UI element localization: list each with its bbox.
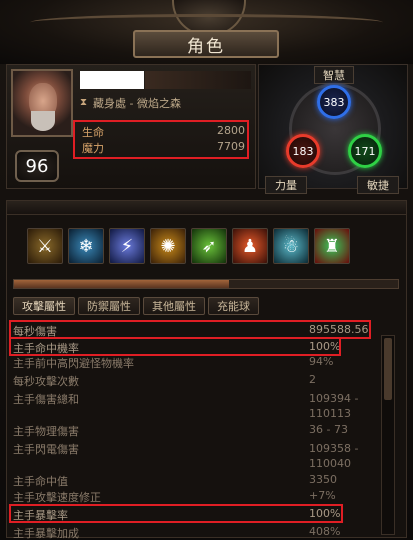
- stat-label: 主手傷害總和: [13, 393, 79, 406]
- stat-row: 每秒攻擊次數 2: [13, 373, 377, 389]
- character-info-panel: ⧗ 藏身處 - 微焰之森 生命 2800 魔力 7709 96: [6, 64, 256, 189]
- tab-defense[interactable]: 防禦屬性: [78, 297, 140, 315]
- intelligence-label: 智慧: [314, 66, 354, 84]
- tab-offense[interactable]: 攻擊屬性: [13, 297, 75, 315]
- stat-row: 主手物理傷害 36 - 73: [13, 423, 377, 439]
- stat-row: 主手暴擊加成 408%: [13, 525, 377, 539]
- tab-misc[interactable]: 其他屬性: [143, 297, 205, 315]
- life-mana-highlight: [73, 120, 249, 159]
- character-name-redacted: [80, 71, 144, 89]
- location-text: 藏身處 - 微焰之森: [93, 97, 181, 110]
- level-value: 96: [25, 155, 49, 177]
- lightning-skill-icon[interactable]: ⚡: [109, 228, 145, 264]
- sword-skill-icon[interactable]: ⚔: [27, 228, 63, 264]
- stat-label: 每秒攻擊次數: [13, 375, 79, 388]
- character-portrait: [11, 69, 73, 137]
- figure-skill-icon[interactable]: ♟: [232, 228, 268, 264]
- stat-value: 94%: [309, 355, 334, 368]
- stat-label: 主手閃電傷害: [13, 443, 79, 456]
- frost-figure-skill-icon[interactable]: ☃: [273, 228, 309, 264]
- ice-skill-icon[interactable]: ❄: [68, 228, 104, 264]
- hit-chance-highlight: [9, 337, 341, 356]
- skill-bar: ⚔ ❄ ⚡ ✺ ➶ ♟ ☃ ♜: [27, 228, 377, 266]
- stat-value: 3350: [309, 473, 337, 486]
- character-window: 角色 ⧗ 藏身處 - 微焰之森 生命 2800 魔力 7709 96 智慧 38…: [0, 0, 413, 540]
- stat-label: 主手命中值: [13, 475, 68, 488]
- intelligence-orb[interactable]: 383: [317, 85, 351, 119]
- title-plate: 角色: [133, 30, 279, 58]
- portrait-beard: [31, 111, 55, 131]
- crit-chance-highlight: [9, 504, 343, 523]
- level-badge: 96: [15, 150, 59, 182]
- stat-row: 主手傷害總和 109394 - 110113: [13, 391, 377, 421]
- dexterity-label: 敏捷: [357, 176, 399, 194]
- experience-bar: [13, 279, 399, 289]
- fire-aura-skill-icon[interactable]: ✺: [150, 228, 186, 264]
- tab-charges[interactable]: 充能球: [208, 297, 259, 315]
- stat-label: 主手物理傷害: [13, 425, 79, 438]
- attribute-panel: 智慧 383 183 171 力量 敏捷: [258, 64, 408, 194]
- stat-row: 主手前中高閃避怪物機率 94%: [13, 355, 377, 371]
- stats-panel: ⚔ ❄ ⚡ ✺ ➶ ♟ ☃ ♜ 攻擊屬性 防禦屬性 其他屬性 充能球 每秒傷害 …: [6, 200, 407, 539]
- strength-label: 力量: [265, 176, 307, 194]
- stats-tabs: 攻擊屬性 防禦屬性 其他屬性 充能球: [13, 297, 403, 317]
- scroll-thumb[interactable]: [384, 338, 392, 400]
- stat-row: 主手閃電傷害 109358 - 110040: [13, 441, 377, 471]
- stat-label: 主手前中高閃避怪物機率: [13, 357, 134, 370]
- stat-row: 主手攻擊速度修正 +7%: [13, 489, 377, 505]
- window-title: 角色: [187, 36, 225, 57]
- location-row: ⧗ 藏身處 - 微焰之森: [80, 95, 255, 111]
- stat-value: +7%: [309, 489, 336, 502]
- dexterity-orb[interactable]: 171: [348, 134, 382, 168]
- stats-scrollbar[interactable]: [381, 335, 395, 535]
- stat-value: 36 - 73: [309, 423, 348, 436]
- stat-row: 主手命中值 3350: [13, 473, 377, 489]
- stat-value: 2: [309, 373, 316, 386]
- strength-orb[interactable]: 183: [286, 134, 320, 168]
- totem-skill-icon[interactable]: ♜: [314, 228, 350, 264]
- hourglass-icon: ⧗: [80, 97, 88, 108]
- stat-value: 109358 - 110040: [309, 442, 359, 470]
- stats-list: 每秒傷害 895588.56 主手命中機率 100% 主手前中高閃避怪物機率 9…: [7, 319, 377, 539]
- stat-value: 109394 - 110113: [309, 392, 359, 420]
- stat-label: 主手暴擊加成: [13, 527, 79, 539]
- stat-value: 408%: [309, 525, 341, 538]
- stat-label: 主手攻擊速度修正: [13, 491, 101, 504]
- stats-panel-header: [7, 201, 406, 215]
- experience-fill: [14, 280, 230, 288]
- name-bar: [145, 71, 251, 89]
- nature-skill-icon[interactable]: ➶: [191, 228, 227, 264]
